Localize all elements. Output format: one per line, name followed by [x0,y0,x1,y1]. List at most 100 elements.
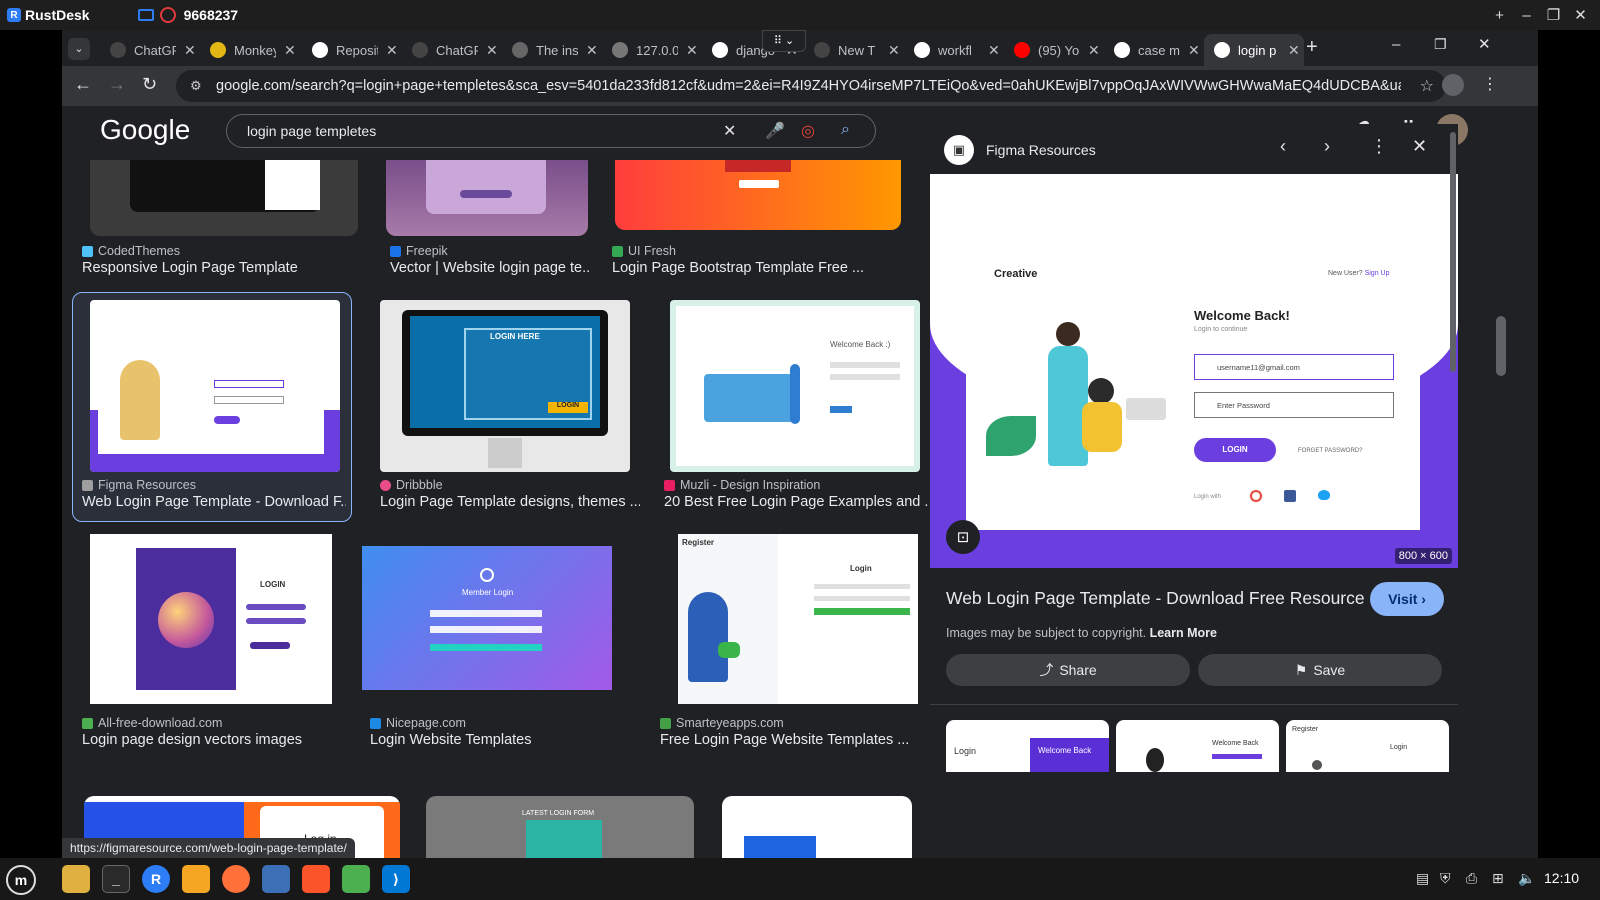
related-image[interactable]: Register Login [1286,720,1449,772]
monitor-icon[interactable] [137,9,154,21]
browser-tab[interactable]: New T ✕ [804,34,904,66]
files-folder-icon[interactable] [62,865,90,893]
image-viewer-icon[interactable] [182,865,210,893]
result-title[interactable]: Web Login Page Template - Download F... [82,494,346,510]
result-thumbnail[interactable] [615,160,901,230]
tab-search-icon[interactable]: ⌄ [68,38,90,60]
browser-tab[interactable]: Repositories ✕ [302,34,402,66]
reload-icon[interactable]: ↻ [142,74,157,95]
related-image[interactable]: Login Welcome Back [946,720,1109,772]
result-thumbnail[interactable] [722,796,912,858]
search-icon[interactable]: ⌕ [841,121,850,139]
tab-close-icon[interactable]: ✕ [184,42,196,59]
mint-menu-icon[interactable]: m [6,865,36,895]
forward-arrow-icon[interactable]: → [108,74,126,95]
tab-close-icon[interactable]: ✕ [1288,42,1300,59]
panel-site-name[interactable]: Figma Resources [986,142,1096,158]
vscode-icon[interactable]: ⟩ [382,865,410,893]
previous-image-icon[interactable]: ‹ [1280,136,1286,157]
address-bar[interactable]: ⚙ google.com/search?q=login+page+templet… [176,70,1446,102]
tab-close-icon[interactable]: ✕ [686,42,698,59]
tab-close-icon[interactable]: ✕ [888,42,900,59]
google-logo[interactable]: Google [100,114,190,146]
share-button[interactable]: ⤴ Share [946,654,1190,686]
close-panel-icon[interactable]: ✕ [1412,136,1427,157]
browser-tab[interactable]: workfl ✕ [904,34,1004,66]
result-thumbnail[interactable]: Member Login [362,546,612,690]
result-title[interactable]: Login Website Templates [370,732,630,748]
result-thumbnail[interactable]: LOGIN [90,534,332,704]
search-box[interactable]: login page templetes ✕ 🎤 ◎ ⌕ [226,114,876,148]
screenshot-icon[interactable] [262,865,290,893]
site-info-icon[interactable]: ⚙ [190,78,206,94]
browser-tab[interactable]: ChatGPT ✕ [100,34,200,66]
tab-close-icon[interactable]: ✕ [1088,42,1100,59]
rustdesk-add-button[interactable]: + [1486,7,1513,24]
new-tab-button[interactable]: + [1306,36,1318,59]
result-title[interactable]: 20 Best Free Login Page Examples and ... [664,494,928,510]
browser-tab[interactable]: (95) Yo ✕ [1004,34,1104,66]
address-url[interactable]: google.com/search?q=login+page+templetes… [216,78,1401,94]
sheets-app-icon[interactable] [342,865,370,893]
visit-button[interactable]: Visit › [1370,582,1444,616]
save-button[interactable]: ⚑ Save [1198,654,1442,686]
rustdesk-taskbar-icon[interactable]: R [142,865,170,893]
chrome-restore-button[interactable]: ❐ [1434,36,1447,53]
rustdesk-floating-toolbar-icon[interactable]: ⠿ ⌄ [762,30,806,52]
browser-tab[interactable]: ChatGPT ✕ [402,34,502,66]
terminal-icon[interactable]: _ [102,865,130,893]
tab-close-icon[interactable]: ✕ [486,42,498,59]
firefox-icon[interactable] [222,865,250,893]
rustdesk-restore-button[interactable]: ❐ [1540,6,1567,24]
preview-image[interactable]: Creative New User? Sign Up Welcome Back!… [930,174,1458,568]
search-input[interactable]: login page templetes [247,123,376,139]
lens-search-image-icon[interactable]: ⊡ [946,520,980,554]
page-scrollbar-thumb[interactable] [1496,316,1506,376]
back-arrow-icon[interactable]: ← [74,74,92,95]
result-thumbnail[interactable] [386,160,588,236]
tab-close-icon[interactable]: ✕ [284,42,296,59]
more-options-icon[interactable]: ⋮ [1370,136,1388,157]
tab-close-icon[interactable]: ✕ [386,42,398,59]
page-scrollbar[interactable] [1490,106,1510,858]
shield-tray-icon[interactable]: ⛨ [1440,870,1451,887]
rustdesk-close-button[interactable]: ✕ [1567,6,1594,24]
result-title[interactable]: Responsive Login Page Template [82,260,352,276]
browser-tab[interactable]: case m ✕ [1104,34,1204,66]
chrome-close-button[interactable]: ✕ [1478,35,1491,53]
next-image-icon[interactable]: › [1324,136,1330,157]
clear-search-icon[interactable]: ✕ [723,121,736,141]
bookmark-star-icon[interactable]: ☆ [1420,76,1434,96]
brave-browser-icon[interactable] [302,865,330,893]
related-image[interactable]: Welcome Back [1116,720,1279,772]
result-title[interactable]: Login Page Template designs, themes ... [380,494,640,510]
tab-close-icon[interactable]: ✕ [988,42,1000,59]
rustdesk-minimize-button[interactable]: – [1513,7,1540,24]
panel-scrollbar-thumb[interactable] [1450,132,1456,372]
result-title[interactable]: Login page design vectors images [82,732,352,748]
result-thumbnail[interactable]: LATEST LOGIN FORM [426,796,694,858]
volume-tray-icon[interactable]: 🔈 [1518,870,1535,887]
shield-icon[interactable] [159,7,176,23]
profile-avatar[interactable] [1442,74,1464,96]
lens-search-icon[interactable]: ◎ [801,121,815,141]
printer-tray-icon[interactable]: ⎙ [1466,870,1477,887]
voice-search-icon[interactable]: 🎤 [765,121,785,141]
result-thumbnail[interactable] [90,300,340,472]
tab-close-icon[interactable]: ✕ [586,42,598,59]
browser-tab[interactable]: login p ✕ [1204,34,1304,66]
chrome-menu-icon[interactable]: ⋮ [1482,74,1498,94]
browser-tab[interactable]: Monkeytype ✕ [200,34,300,66]
result-title[interactable]: Free Login Page Website Templates ... [660,732,924,748]
clipboard-tray-icon[interactable]: ▤ [1416,870,1429,887]
panel-scrollbar[interactable] [1448,124,1458,774]
clock[interactable]: 12:10 [1544,870,1579,886]
result-thumbnail[interactable] [90,160,358,236]
tab-close-icon[interactable]: ✕ [1188,42,1200,59]
chrome-minimize-button[interactable]: – [1392,36,1400,53]
result-title[interactable]: Login Page Bootstrap Template Free ... [612,260,902,276]
result-thumbnail[interactable]: Register Login [678,534,918,704]
result-title[interactable]: Vector | Website login page te... [390,260,590,276]
browser-tab[interactable]: 127.0.0 ✕ [602,34,702,66]
result-thumbnail[interactable]: Welcome Back :) [670,300,920,472]
